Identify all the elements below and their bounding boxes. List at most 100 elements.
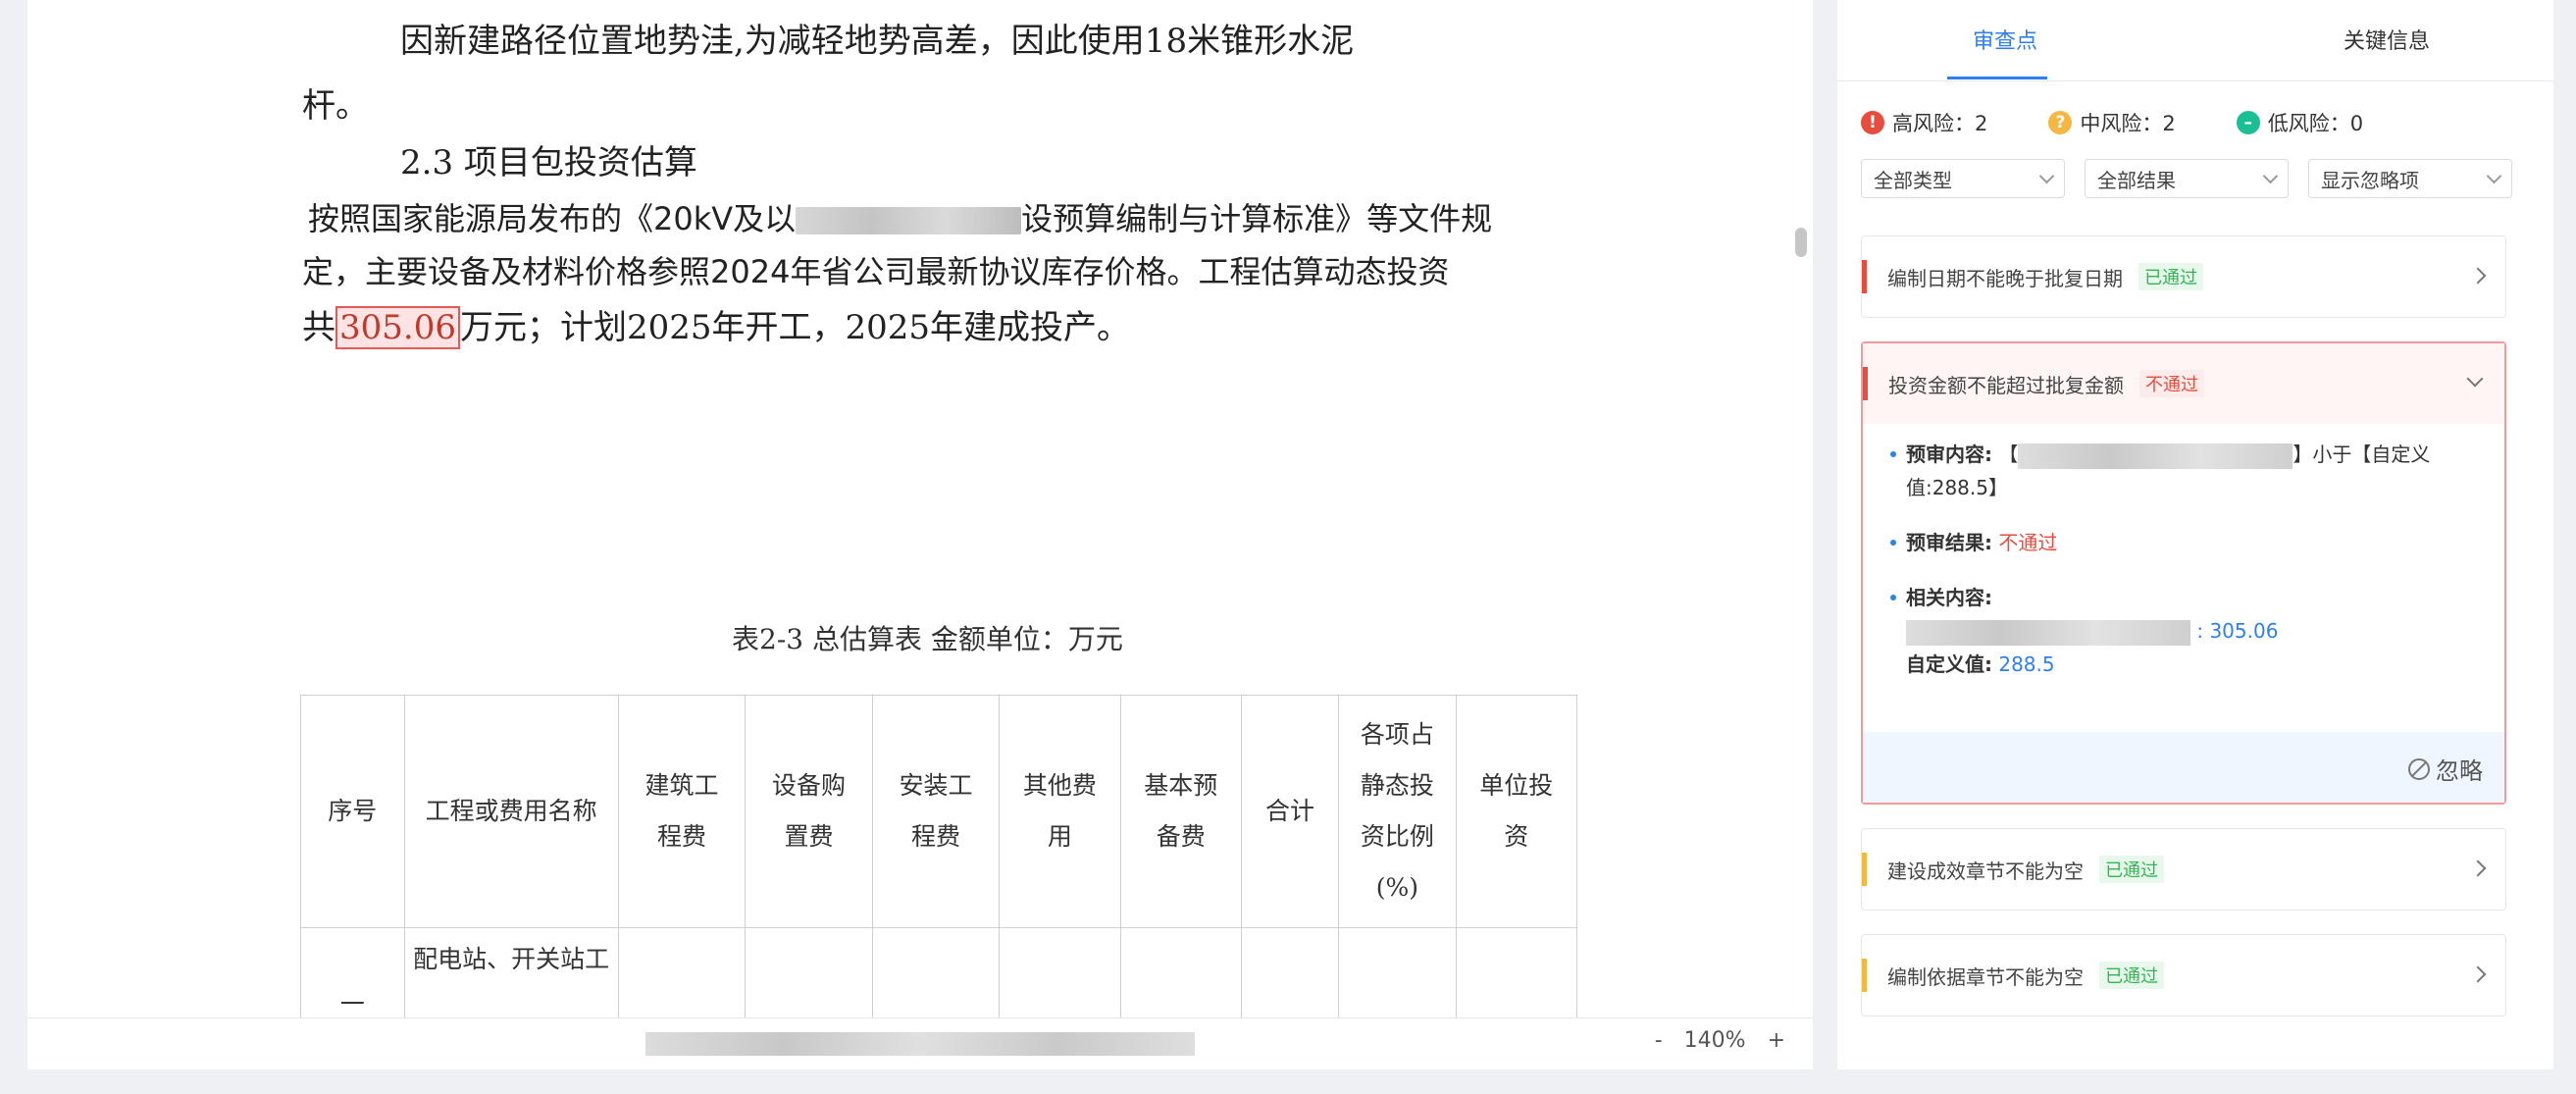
tab-review-points[interactable]: 审查点 <box>1973 24 2037 55</box>
table-header-cell: 建筑工程费 <box>617 695 747 928</box>
review-card-header[interactable]: 建设成效章节不能为空 已通过 <box>1862 829 2505 910</box>
table-caption: 表2-3 总估算表 金额单位：万元 <box>732 623 1123 655</box>
select-value: 显示忽略项 <box>2321 168 2419 192</box>
review-card-header[interactable]: 编制日期不能晚于批复日期 已通过 <box>1862 236 2505 317</box>
chevron-right-icon[interactable] <box>2469 860 2487 877</box>
table-cell: 配电站、开关站工 <box>403 927 619 1018</box>
table-cell <box>1455 927 1578 1018</box>
field-text: 【 <box>1998 443 2019 466</box>
question-icon: ? <box>2048 111 2073 134</box>
review-card-title: 投资金额不能超过批复金额 <box>1888 373 2124 397</box>
review-card-header[interactable]: 编制依据章节不能为空 已通过 <box>1862 935 2505 1016</box>
table-header-cell: 设备购置费 <box>745 695 873 928</box>
table-header-row: 序号 工程或费用名称 建筑工程费 设备购置费 安装工程费 其他费用 基本预备费 … <box>300 695 1578 928</box>
review-card[interactable]: 建设成效章节不能为空 已通过 <box>1861 828 2506 911</box>
doc-text-fragment: 设预算编制与计算标准》等文件规 <box>1021 200 1493 237</box>
type-filter-select[interactable]: 全部类型 <box>1861 159 2065 198</box>
risk-label: 高风险：2 <box>1892 112 1988 135</box>
risk-indicator-bar <box>1862 853 1867 886</box>
table-cell <box>617 927 747 1018</box>
status-badge: 已通过 <box>2099 962 2164 989</box>
field-label: 预审结果: <box>1906 531 1992 554</box>
table-cell: 一 <box>300 927 405 1018</box>
custom-value: 288.5 <box>1998 652 2055 676</box>
mid-risk-count[interactable]: ? 中风险：2 <box>2048 108 2176 137</box>
document-viewer[interactable]: 因新建路径位置地势洼,为减轻地势高差，因此使用18米锥形水泥 杆。 2.3 项目… <box>27 0 1813 1069</box>
chevron-right-icon[interactable] <box>2469 965 2487 983</box>
review-card-header[interactable]: 投资金额不能超过批复金额 不通过 <box>1863 343 2504 424</box>
doc-text-line: 因新建路径位置地势洼,为减轻地势高差，因此使用18米锥形水泥 <box>400 22 1355 61</box>
table-header-cell: 单位投资 <box>1455 695 1578 928</box>
review-panel: 审查点 关键信息 ! 高风险：2 ? 中风险：2 – 低风险：0 全部类型 全部… <box>1837 0 2553 1069</box>
select-value: 全部类型 <box>1874 168 1952 192</box>
doc-text-fragment: 共 <box>302 308 335 347</box>
risk-indicator-bar <box>1863 367 1868 400</box>
highlighted-amount[interactable]: 305.06 <box>335 306 460 349</box>
redacted-filename <box>645 1032 1195 1056</box>
table-header-cell: 各项占静态投资比例(%) <box>1338 695 1457 928</box>
result-value: 不通过 <box>1998 531 2058 554</box>
zoom-out-button[interactable]: - <box>1655 1028 1663 1053</box>
table-header-cell: 其他费用 <box>999 695 1121 928</box>
review-card-title: 编制依据章节不能为空 <box>1887 964 2084 989</box>
redacted-text <box>2018 443 2293 469</box>
related-content: 相关内容: : 305.06 自定义值: 288.5 <box>1888 581 2479 681</box>
review-card[interactable]: 编制依据章节不能为空 已通过 <box>1861 934 2506 1016</box>
review-card[interactable]: 编制日期不能晚于批复日期 已通过 <box>1861 235 2506 318</box>
card-action-bar: 忽略 <box>1863 732 2504 803</box>
vertical-scrollbar[interactable] <box>1795 228 1807 257</box>
review-card-expanded[interactable]: 投资金额不能超过批复金额 不通过 预审内容: 【 】小于【自定义 值:288.5】… <box>1861 341 2506 805</box>
low-risk-count[interactable]: – 低风险：0 <box>2236 108 2364 137</box>
table-cell <box>745 927 873 1018</box>
doc-paragraph-line: 按照国家能源局发布的《20kV及以 设预算编制与计算标准》等文件规 <box>308 194 1492 239</box>
table-cell <box>871 927 1001 1018</box>
table-header-cell: 工程或费用名称 <box>403 695 619 928</box>
zoom-control: - 140% + <box>1655 1028 1785 1053</box>
chevron-down-icon <box>2486 168 2502 184</box>
table-header-cell: 基本预备费 <box>1119 695 1242 928</box>
ignored-filter-select[interactable]: 显示忽略项 <box>2308 159 2512 198</box>
doc-paragraph-line: 共 305.06 万元；计划2025年开工，2025年建成投产。 <box>302 300 1131 349</box>
field-label: 预审内容: <box>1906 443 1992 466</box>
select-value: 全部结果 <box>2097 168 2176 192</box>
estimate-table: 序号 工程或费用名称 建筑工程费 设备购置费 安装工程费 其他费用 基本预备费 … <box>300 695 1578 1018</box>
status-badge: 已通过 <box>2099 856 2164 883</box>
redacted-text <box>796 207 1022 234</box>
result-filter-select[interactable]: 全部结果 <box>2085 159 2289 198</box>
table-row: 一 配电站、开关站工 <box>300 927 1578 1018</box>
field-label: 相关内容: <box>1906 586 1992 609</box>
ban-icon <box>2408 757 2430 780</box>
table-header-cell: 序号 <box>300 695 405 928</box>
risk-label: 低风险：0 <box>2267 112 2364 135</box>
related-value-link[interactable]: : 305.06 <box>2196 619 2278 643</box>
pre-review-content: 预审内容: 【 】小于【自定义 值:288.5】 <box>1888 438 2479 504</box>
risk-indicator-bar <box>1862 260 1867 293</box>
table-cell <box>1119 927 1242 1018</box>
field-text: 值:288.5】 <box>1906 476 2008 499</box>
risk-indicator-bar <box>1862 959 1867 992</box>
zoom-in-button[interactable]: + <box>1768 1028 1785 1053</box>
chevron-right-icon[interactable] <box>2469 267 2487 285</box>
tab-bar: 审查点 关键信息 <box>1837 0 2553 81</box>
table-cell <box>999 927 1121 1018</box>
document-scroll-area[interactable]: 因新建路径位置地势洼,为减轻地势高差，因此使用18米锥形水泥 杆。 2.3 项目… <box>27 0 1813 1018</box>
status-badge: 已通过 <box>2138 263 2203 290</box>
status-badge: 不通过 <box>2139 370 2204 397</box>
doc-text-fragment: 按照国家能源局发布的《20kV及以 <box>308 200 797 237</box>
filter-bar: 全部类型 全部结果 显示忽略项 <box>1861 159 2512 198</box>
tab-key-info[interactable]: 关键信息 <box>2344 24 2430 55</box>
zoom-level: 140% <box>1683 1028 1746 1053</box>
section-heading: 2.3 项目包投资估算 <box>400 143 697 182</box>
high-risk-count[interactable]: ! 高风险：2 <box>1861 108 1987 137</box>
pre-review-result: 预审结果: 不通过 <box>1888 526 2479 559</box>
chevron-down-icon[interactable] <box>2466 370 2484 388</box>
chevron-down-icon <box>2038 168 2055 184</box>
viewer-footer: - 140% + <box>27 1017 1813 1069</box>
chevron-down-icon <box>2262 168 2279 184</box>
table-cell <box>1240 927 1340 1018</box>
active-tab-indicator <box>1947 77 2047 79</box>
ignore-button[interactable]: 忽略 <box>2408 752 2483 786</box>
doc-text-fragment: 万元；计划2025年开工，2025年建成投产。 <box>459 308 1131 347</box>
field-label: 自定义值: <box>1906 652 1992 676</box>
doc-paragraph-line: 定，主要设备及材料价格参照2024年省公司最新协议库存价格。工程估算动态投资 <box>302 253 1450 290</box>
